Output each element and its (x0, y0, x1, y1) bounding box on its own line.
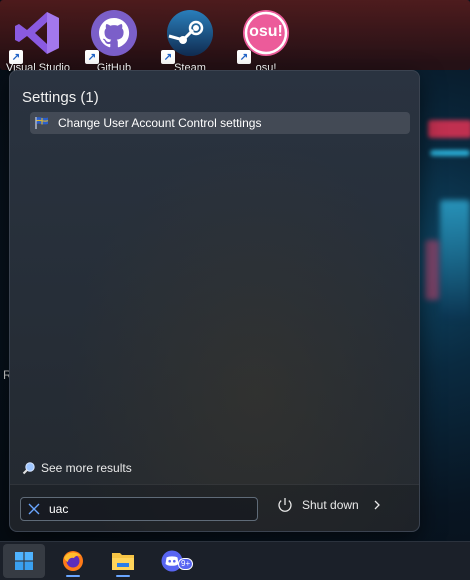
taskbar-firefox[interactable] (52, 544, 94, 578)
search-result-label: Change User Account Control settings (58, 116, 262, 130)
search-box[interactable] (20, 497, 258, 521)
osu-icon: osu! ↗ (237, 8, 291, 64)
shut-down-label: Shut down (302, 498, 359, 512)
github-icon: ↗ (85, 8, 139, 64)
wallpaper-streak (425, 240, 439, 300)
uac-flag-icon (34, 116, 50, 130)
desktop-icon-steam[interactable]: ↗ Steam (152, 8, 228, 74)
shortcut-arrow-icon: ↗ (161, 50, 175, 64)
wallpaper-streak (440, 200, 470, 320)
power-icon (278, 498, 292, 512)
magnifier-icon (22, 462, 35, 475)
firefox-icon (63, 551, 83, 571)
shortcut-arrow-icon: ↗ (237, 50, 251, 64)
notification-badge: 9+ (178, 558, 194, 570)
clear-search-icon[interactable] (27, 502, 41, 516)
chevron-right-icon[interactable] (371, 499, 383, 511)
shortcut-arrow-icon: ↗ (9, 50, 23, 64)
shortcut-arrow-icon: ↗ (85, 50, 99, 64)
see-more-results-link[interactable]: See more results (22, 461, 132, 475)
wallpaper-streak (430, 150, 470, 156)
desktop-icon-github[interactable]: ↗ GitHub (76, 8, 152, 74)
shut-down-button[interactable]: Shut down (276, 496, 383, 514)
see-more-results-label: See more results (41, 461, 132, 475)
desktop-icon-visual-studio[interactable]: ↗ Visual Studio (0, 8, 76, 74)
results-section-title: Settings (1) (22, 89, 99, 106)
taskbar: 9+ (0, 541, 470, 580)
start-menu-footer: Shut down (10, 484, 419, 531)
running-indicator (116, 575, 130, 577)
start-button[interactable] (3, 544, 45, 578)
start-menu-search-panel: Settings (1) Change User Account Control… (9, 70, 420, 532)
wallpaper-streak (428, 120, 470, 138)
taskbar-discord[interactable]: 9+ (152, 544, 194, 578)
search-result-uac-settings[interactable]: Change User Account Control settings (30, 112, 410, 134)
taskbar-file-explorer[interactable] (102, 544, 144, 578)
osu-logo-text: osu! (249, 23, 283, 40)
steam-icon: ↗ (161, 8, 215, 64)
running-indicator (66, 575, 80, 577)
desktop-icon-osu[interactable]: osu! ↗ osu! (228, 8, 304, 74)
folder-icon (112, 553, 134, 570)
visual-studio-icon: ↗ (9, 8, 63, 64)
search-input[interactable] (47, 501, 251, 517)
windows-icon (15, 552, 33, 570)
